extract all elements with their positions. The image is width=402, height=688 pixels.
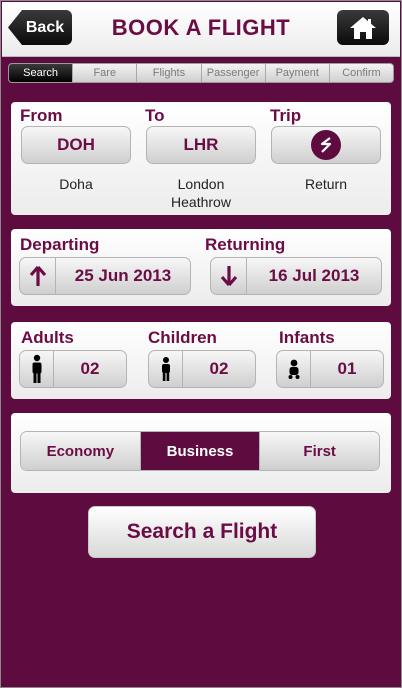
app-screen: Back BOOK A FLIGHT Search Fare Flights P… xyxy=(0,0,402,688)
to-city-line2: Heathrow xyxy=(171,194,231,210)
step-payment[interactable]: Payment xyxy=(265,64,330,82)
trip-label: Trip xyxy=(270,106,302,125)
booking-steps: Search Fare Flights Passenger Payment Co… xyxy=(8,63,394,83)
cabin-economy[interactable]: Economy xyxy=(21,432,141,470)
home-icon xyxy=(350,16,376,39)
step-flights[interactable]: Flights xyxy=(137,64,202,82)
return-trip-icon xyxy=(311,130,341,160)
home-button[interactable] xyxy=(337,10,389,45)
departing-date-button[interactable]: 25 Jun 2013 xyxy=(19,257,191,295)
cabin-business[interactable]: Business xyxy=(140,432,261,470)
infants-value: 01 xyxy=(337,359,357,378)
children-stepper[interactable]: 02 xyxy=(148,350,256,388)
trip-type-button[interactable] xyxy=(271,126,381,164)
to-label: To xyxy=(145,106,165,125)
infant-icon xyxy=(288,359,299,379)
trip-value: Return xyxy=(304,176,348,192)
to-city: London Heathrow xyxy=(146,175,256,211)
step-fare[interactable]: Fare xyxy=(73,64,138,82)
adults-label: Adults xyxy=(21,328,74,347)
header-bar: Back BOOK A FLIGHT xyxy=(2,2,400,57)
child-icon xyxy=(161,357,170,381)
from-label: From xyxy=(20,106,63,125)
adult-icon xyxy=(32,354,41,383)
returning-date-value: 16 Jul 2013 xyxy=(268,266,360,285)
from-city: Doha xyxy=(59,176,93,192)
returning-label: Returning xyxy=(205,235,286,254)
arrow-down-icon xyxy=(220,266,237,287)
step-search[interactable]: Search xyxy=(9,64,74,82)
adults-stepper[interactable]: 02 xyxy=(19,350,127,388)
dates-panel: Departing Returning 25 Jun 2013 16 Jul 2… xyxy=(11,229,391,306)
children-label: Children xyxy=(148,328,217,347)
step-confirm[interactable]: Confirm xyxy=(329,64,393,82)
returning-date-button[interactable]: 16 Jul 2013 xyxy=(210,257,382,295)
search-flight-button[interactable]: Search a Flight xyxy=(88,506,316,558)
adults-value: 02 xyxy=(80,359,100,378)
route-panel: From To Trip DOH LHR Doha London Heathro… xyxy=(11,102,391,215)
cabin-class-selector: Economy Business First xyxy=(20,431,380,471)
cabin-first[interactable]: First xyxy=(260,432,379,470)
arrow-up-icon xyxy=(29,265,46,286)
children-value: 02 xyxy=(209,359,229,378)
passengers-panel: Adults Children Infants 02 02 01 xyxy=(11,322,391,399)
step-passenger[interactable]: Passenger xyxy=(201,64,266,82)
cabin-panel: Economy Business First xyxy=(11,413,391,493)
infants-label: Infants xyxy=(279,328,335,347)
departing-label: Departing xyxy=(20,235,100,254)
from-airport-button[interactable]: DOH xyxy=(21,126,131,164)
to-city-line1: London xyxy=(177,176,225,192)
infants-stepper[interactable]: 01 xyxy=(276,350,384,388)
departing-date-value: 25 Jun 2013 xyxy=(74,266,172,285)
to-airport-button[interactable]: LHR xyxy=(146,126,256,164)
